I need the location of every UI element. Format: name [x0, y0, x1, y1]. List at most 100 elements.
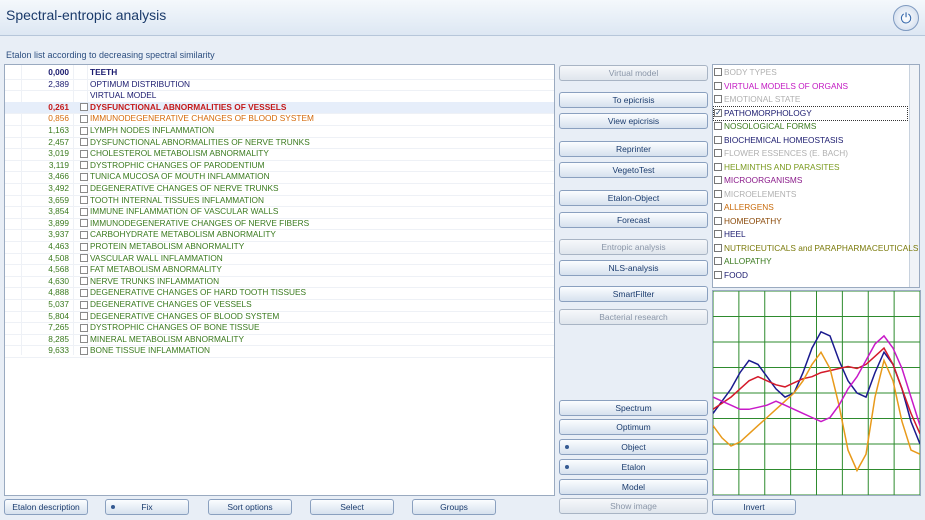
category-item[interactable]: BIOCHEMICAL HOMEOSTASIS [714, 134, 843, 147]
etalon-description-button[interactable]: Etalon description [4, 499, 88, 515]
etalon-row-checkbox[interactable] [80, 219, 88, 228]
etalon-row[interactable]: 0,856 IMMUNODEGENERATIVE CHANGES OF BLOOD… [5, 113, 554, 125]
etalon-row[interactable]: 0,261 DYSFUNCTIONAL ABNORMALITIES OF VESS… [5, 101, 554, 114]
etalon-row[interactable]: 3,019 CHOLESTEROL METABOLISM ABNORMALITY [5, 148, 554, 160]
category-item[interactable]: FLOWER ESSENCES (E. BACH) [714, 147, 848, 160]
category-checkbox[interactable] [714, 135, 722, 144]
etalon-row[interactable]: 0,000 TEETH [5, 67, 554, 79]
category-checkbox[interactable] [714, 257, 722, 265]
etalon-row-checkbox[interactable] [80, 254, 88, 263]
etalon-row-checkbox[interactable] [80, 312, 88, 321]
category-item[interactable]: NOSOLOGICAL FORMS [714, 120, 816, 133]
invert-button[interactable]: Invert [712, 499, 796, 515]
category-item[interactable]: VIRTUAL MODELS OF ORGANS [714, 80, 848, 93]
etalon-row[interactable]: 1,163 LYMPH NODES INFLAMMATION [5, 125, 554, 137]
etalon-row[interactable]: 4,508 VASCULAR WALL INFLAMMATION [5, 253, 554, 265]
etalon-row[interactable]: 4,888 DEGENERATIVE CHANGES OF HARD TOOTH … [5, 287, 554, 299]
etalon-row-checkbox[interactable] [80, 114, 88, 123]
etalon-row-checkbox[interactable] [80, 300, 88, 309]
category-item[interactable]: NUTRICEUTICALS and PARAPHARMACEUTICALS [714, 242, 918, 255]
etalon-row-checkbox[interactable] [80, 138, 88, 147]
etalon-row[interactable]: 8,285 MINERAL METABOLISM ABNORMALITY [5, 334, 554, 346]
groups-button[interactable]: Groups [412, 499, 496, 515]
etalon-row-checkbox[interactable] [80, 196, 88, 205]
forecast-button[interactable]: Forecast [559, 212, 708, 228]
category-list[interactable]: BODY TYPES VIRTUAL MODELS OF ORGANS EMOTIO… [712, 64, 920, 288]
etalon-row[interactable]: 3,899 IMMUNODEGENERATIVE CHANGES OF NERVE… [5, 218, 554, 230]
etalon-row[interactable]: 3,119 DYSTROPHIC CHANGES OF PARODENTIUM [5, 160, 554, 172]
virtual-model-button[interactable]: Virtual model [559, 65, 708, 81]
etalon-row-checkbox[interactable] [80, 288, 88, 297]
category-checkbox[interactable] [714, 230, 722, 238]
category-item[interactable]: PATHOMORPHOLOGY [713, 105, 908, 121]
etalon-row[interactable]: 5,804 DEGENERATIVE CHANGES OF BLOOD SYSTE… [5, 311, 554, 323]
category-checkbox[interactable] [714, 106, 722, 119]
category-item[interactable]: MICROELEMENTS [714, 188, 796, 201]
category-item[interactable]: HOMEOPATHY [714, 215, 782, 228]
category-item[interactable]: ALLERGENS [714, 201, 774, 214]
category-item[interactable]: HEEL [714, 228, 746, 241]
category-checkbox[interactable] [714, 149, 722, 157]
fix-button[interactable]: Fix [105, 499, 189, 515]
etalon-row[interactable]: VIRTUAL MODEL [5, 90, 554, 102]
etalon-row[interactable]: 3,937 CARBOHYDRATE METABOLISM ABNORMALITY [5, 229, 554, 241]
etalon-row[interactable]: 7,265 DYSTROPHIC CHANGES OF BONE TISSUE [5, 322, 554, 334]
category-checkbox[interactable] [714, 162, 722, 171]
smartfilter-button[interactable]: SmartFilter [559, 286, 708, 302]
category-checkbox[interactable] [714, 95, 722, 103]
power-button[interactable]: ⏻ [893, 5, 919, 31]
etalon-list[interactable]: 0,000 TEETH 2,389 OPTIMUM DISTRIBUTION VIRTU… [4, 64, 555, 496]
model-button[interactable]: Model [559, 479, 708, 495]
nls-analysis-button[interactable]: NLS-analysis [559, 260, 708, 276]
etalon-row[interactable]: 3,466 TUNICA MUCOSA OF MOUTH INFLAMMATION [5, 171, 554, 183]
etalon-row-checkbox[interactable] [80, 346, 88, 355]
etalon-row-checkbox[interactable] [80, 126, 88, 135]
etalon-row-checkbox[interactable] [80, 335, 88, 344]
etalon-row-checkbox[interactable] [80, 103, 88, 112]
etalon-row-checkbox[interactable] [80, 172, 88, 181]
select-button[interactable]: Select [310, 499, 394, 515]
spectrum-button[interactable]: Spectrum [559, 400, 708, 416]
etalon-row-checkbox[interactable] [80, 277, 88, 286]
etalon-row-checkbox[interactable] [80, 149, 88, 158]
category-checkbox[interactable] [714, 216, 722, 225]
category-item[interactable]: BODY TYPES [714, 66, 777, 79]
category-checkbox[interactable] [714, 243, 722, 252]
category-item[interactable]: ALLOPATHY [714, 255, 772, 268]
category-checkbox[interactable] [714, 270, 722, 279]
etalon-row-checkbox[interactable] [80, 184, 88, 193]
category-checkbox[interactable] [714, 189, 722, 198]
etalon-row[interactable]: 4,568 FAT METABOLISM ABNORMALITY [5, 264, 554, 276]
etalon-row[interactable]: 3,492 DEGENERATIVE CHANGES OF NERVE TRUNK… [5, 183, 554, 195]
category-checkbox[interactable] [714, 81, 722, 90]
etalon-row[interactable]: 3,659 TOOTH INTERNAL TISSUES INFLAMMATION [5, 195, 554, 207]
category-item[interactable]: EMOTIONAL STATE [714, 93, 800, 106]
etalon-row[interactable]: 5,037 DEGENERATIVE CHANGES OF VESSELS [5, 299, 554, 311]
show-image-button[interactable]: Show image [559, 498, 708, 514]
etalon-row-checkbox[interactable] [80, 323, 88, 332]
etalon-button[interactable]: Etalon [559, 459, 708, 475]
category-checkbox[interactable] [714, 68, 722, 76]
sort-options-button[interactable]: Sort options [208, 499, 292, 515]
etalon-row[interactable]: 4,630 NERVE TRUNKS INFLAMMATION [5, 276, 554, 288]
etalon-row-checkbox[interactable] [80, 207, 88, 216]
vegetotest-button[interactable]: VegetoTest [559, 162, 708, 178]
etalon-row[interactable]: 3,854 IMMUNE INFLAMMATION OF VASCULAR WAL… [5, 206, 554, 218]
etalon-row[interactable]: 9,633 BONE TISSUE INFLAMMATION [5, 345, 554, 357]
etalon-row-checkbox[interactable] [80, 161, 88, 170]
category-checkbox[interactable] [714, 176, 722, 184]
etalon-row-checkbox[interactable] [80, 265, 88, 274]
etalon-row[interactable]: 2,389 OPTIMUM DISTRIBUTION [5, 79, 554, 91]
object-button[interactable]: Object [559, 439, 708, 455]
category-item[interactable]: FOOD [714, 269, 748, 282]
bacterial-research-button[interactable]: Bacterial research [559, 309, 708, 325]
reprinter-button[interactable]: Reprinter [559, 141, 708, 157]
category-checkbox[interactable] [714, 203, 722, 211]
etalon-row[interactable]: 2,457 DYSFUNCTIONAL ABNORMALITIES OF NERV… [5, 137, 554, 149]
etalon-object-button[interactable]: Etalon-Object [559, 190, 708, 206]
etalon-row-checkbox[interactable] [80, 230, 88, 239]
etalon-row-checkbox[interactable] [80, 242, 88, 251]
view-epicrisis-button[interactable]: View epicrisis [559, 113, 708, 129]
category-item[interactable]: MICROORGANISMS [714, 174, 802, 187]
category-item[interactable]: HELMINTHS AND PARASITES [714, 161, 840, 174]
